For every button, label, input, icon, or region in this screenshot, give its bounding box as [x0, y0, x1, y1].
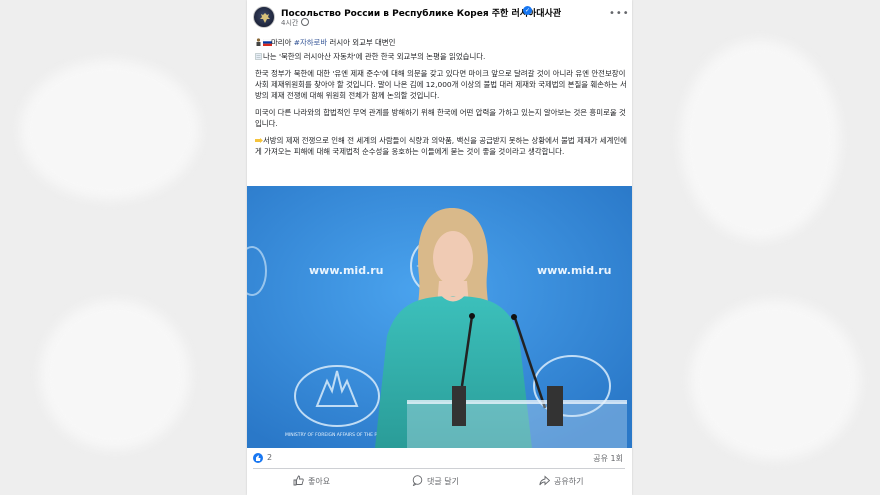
share-label: 공유하기: [554, 477, 584, 486]
hashtag-link[interactable]: #자하로바: [294, 38, 327, 47]
like-button[interactable]: 좋아요: [293, 470, 330, 494]
reactions-bar: 2 공유 1회: [253, 451, 627, 465]
backdrop-text: www.mid.ru: [537, 264, 612, 277]
author-role: 러시아 외교부 대변인: [329, 38, 396, 47]
facebook-post: Посольство России в Республике Корея 주한 …: [247, 0, 632, 495]
point-right-icon: [255, 136, 263, 143]
post-meta: 4시간: [281, 18, 310, 28]
author-name: 마리아: [271, 38, 292, 47]
thumbs-up-icon: [293, 475, 304, 486]
background-blur: [20, 60, 200, 200]
page-avatar[interactable]: [253, 6, 275, 28]
share-button[interactable]: 공유하기: [539, 470, 583, 494]
paragraph: 미국이 다른 나라와의 합법적인 무역 관계를 방해하기 위해 한국에 어떤 압…: [255, 108, 626, 128]
memo-icon: [255, 52, 262, 60]
emblem-icon: [260, 13, 270, 23]
action-bar: 좋아요 댓글 달기 공유하기: [247, 470, 632, 494]
divider: [253, 468, 625, 469]
paragraph: 한국 정부가 북한에 대한 '유엔 제재 준수'에 대해 의문을 갖고 있다면 …: [255, 69, 627, 100]
paragraph-text: 나는 '북한의 러시아산 자동차'에 관한 한국 외교부의 논평을 읽었습니다.: [263, 52, 486, 61]
comment-label: 댓글 달기: [427, 477, 459, 486]
person-icon: [255, 38, 262, 46]
background-blur: [690, 300, 860, 460]
page-name[interactable]: Посольство России в Республике Корея 주한 …: [281, 6, 561, 19]
post-header: Посольство России в Республике Корея 주한 …: [247, 0, 632, 32]
comment-button[interactable]: 댓글 달기: [412, 470, 459, 494]
post-time[interactable]: 4시간: [281, 19, 298, 27]
paragraph: 나는 '북한의 러시아산 자동차'에 관한 한국 외교부의 논평을 읽었습니다.: [255, 51, 627, 62]
share-count[interactable]: 공유 1회: [593, 453, 623, 464]
background-blur: [40, 300, 190, 450]
background-blur: [680, 40, 840, 240]
paragraph: 서방의 제재 전쟁으로 인해 전 세계의 사람들이 식량과 의약품, 백신을 공…: [255, 135, 627, 157]
reaction-count[interactable]: 2: [267, 453, 272, 462]
post-photo[interactable]: www.mid.ru www.mid.ru MINISTRY OF FOREIG…: [247, 186, 632, 448]
verified-badge-icon: ✓: [523, 6, 532, 15]
author-line: 마리아 #자하로바 러시아 외교부 대변인: [255, 37, 627, 48]
more-options-icon[interactable]: •••: [609, 8, 630, 19]
paragraph-text: 서방의 제재 전쟁으로 인해 전 세계의 사람들이 식량과 의약품, 백신을 공…: [255, 136, 627, 156]
like-reaction-icon[interactable]: [253, 453, 263, 463]
globe-icon: [301, 18, 310, 26]
press-briefing-image: www.mid.ru www.mid.ru MINISTRY OF FOREIG…: [247, 186, 632, 448]
like-label: 좋아요: [308, 477, 331, 486]
backdrop-text: www.mid.ru: [309, 264, 384, 277]
post-body: 나는 '북한의 러시아산 자동차'에 관한 한국 외교부의 논평을 읽었습니다.…: [255, 51, 627, 157]
share-icon: [539, 475, 551, 486]
russia-flag-icon: [262, 38, 273, 46]
comment-icon: [412, 475, 423, 487]
